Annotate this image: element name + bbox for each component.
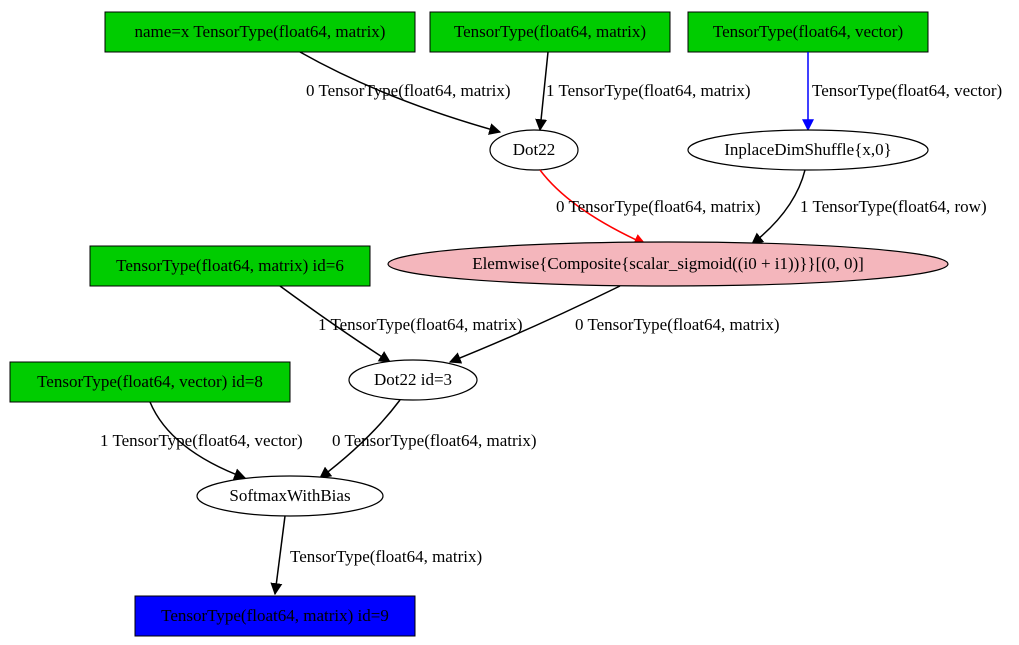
dot22-3-label: Dot22 id=3 (374, 370, 452, 389)
dimshuffle-node: InplaceDimShuffle{x,0} (688, 130, 928, 170)
graph-canvas: name=x TensorType(float64, matrix) Tenso… (0, 0, 1019, 645)
input-b1-label: TensorType(float64, vector) (713, 22, 903, 41)
edge-softmax-output (275, 516, 285, 594)
edge-x-dot22-label: 0 TensorType(float64, matrix) (306, 81, 511, 100)
softmax-label: SoftmaxWithBias (229, 486, 350, 505)
dot22-1-node: Dot22 (490, 130, 578, 170)
w2-node: TensorType(float64, matrix) id=6 (90, 246, 370, 286)
input-x-label: name=x TensorType(float64, matrix) (135, 22, 386, 41)
edge-b2-softmax-label: 1 TensorType(float64, vector) (100, 431, 303, 450)
b2-node: TensorType(float64, vector) id=8 (10, 362, 290, 402)
edge-dot3-softmax-label: 0 TensorType(float64, matrix) (332, 431, 537, 450)
edge-sigmoid-dot3-label: 0 TensorType(float64, matrix) (575, 315, 780, 334)
edge-w1-dot22-label: 1 TensorType(float64, matrix) (546, 81, 751, 100)
w2-label: TensorType(float64, matrix) id=6 (116, 256, 344, 275)
edge-b1-dimshuf-label: TensorType(float64, vector) (812, 81, 1002, 100)
input-w1-node: TensorType(float64, matrix) (430, 12, 670, 52)
dot22-3-node: Dot22 id=3 (349, 360, 477, 400)
edge-dot22-sigmoid-label: 0 TensorType(float64, matrix) (556, 197, 761, 216)
dot22-1-label: Dot22 (513, 140, 556, 159)
sigmoid-label: Elemwise{Composite{scalar_sigmoid((i0 + … (472, 254, 864, 273)
output-label: TensorType(float64, matrix) id=9 (161, 606, 389, 625)
b2-label: TensorType(float64, vector) id=8 (37, 372, 263, 391)
sigmoid-node: Elemwise{Composite{scalar_sigmoid((i0 + … (388, 242, 948, 286)
edge-w2-dot3-label: 1 TensorType(float64, matrix) (318, 315, 523, 334)
softmax-node: SoftmaxWithBias (197, 476, 383, 516)
dimshuffle-label: InplaceDimShuffle{x,0} (724, 140, 892, 159)
edge-softmax-output-label: TensorType(float64, matrix) (290, 547, 482, 566)
input-w1-label: TensorType(float64, matrix) (454, 22, 646, 41)
input-x-node: name=x TensorType(float64, matrix) (105, 12, 415, 52)
input-b1-node: TensorType(float64, vector) (688, 12, 928, 52)
edge-dimshuf-sigmoid-label: 1 TensorType(float64, row) (800, 197, 987, 216)
output-node: TensorType(float64, matrix) id=9 (135, 596, 415, 636)
